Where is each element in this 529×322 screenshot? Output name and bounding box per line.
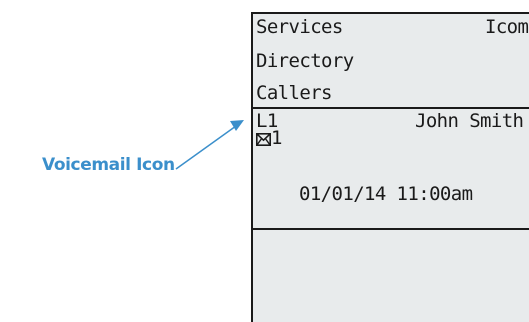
call-datetime: 01/01/14 11:00am	[299, 183, 473, 205]
envelope-icon	[256, 133, 271, 146]
menu-item-directory[interactable]: Directory	[256, 50, 354, 72]
separator-top	[253, 107, 529, 109]
phone-display: Services Icom Directory Callers L1 John …	[251, 12, 529, 322]
separator-bottom	[253, 228, 529, 230]
menu-item-callers[interactable]: Callers	[256, 82, 332, 104]
menu-item-services[interactable]: Services	[256, 16, 343, 38]
voicemail-indicator[interactable]: 1	[256, 127, 282, 149]
callout-label: Voicemail Icon	[42, 155, 175, 175]
caller-name: John Smith	[415, 110, 524, 132]
menu-item-icom[interactable]: Icom	[485, 16, 529, 38]
voicemail-count: 1	[271, 127, 282, 149]
